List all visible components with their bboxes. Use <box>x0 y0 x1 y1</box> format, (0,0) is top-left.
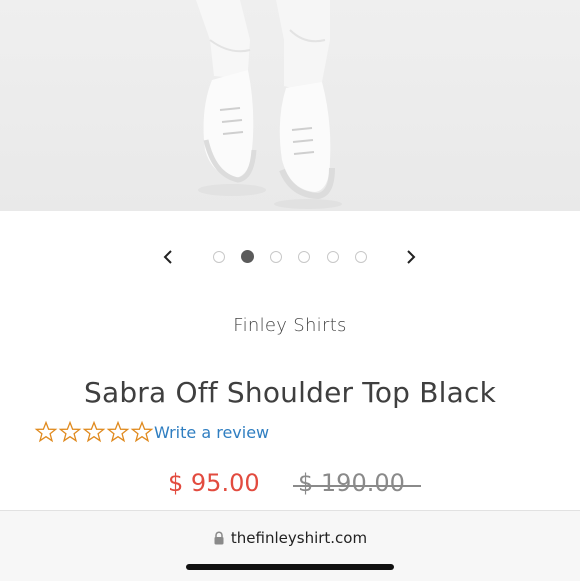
url-text: thefinleyshirt.com <box>230 529 368 547</box>
chevron-right-icon <box>407 250 416 264</box>
url-display[interactable]: thefinleyshirt.com <box>0 528 580 548</box>
product-rating: Write a review <box>34 420 269 444</box>
product-vendor[interactable]: Finley Shirts <box>0 315 580 336</box>
product-image[interactable] <box>0 0 580 211</box>
star-outline-icon <box>34 420 58 443</box>
carousel-dot-3[interactable] <box>270 251 282 263</box>
star-outline-icon <box>130 420 154 443</box>
carousel-dot-1[interactable] <box>213 251 225 263</box>
strikethrough-line <box>293 485 421 487</box>
star-outline-icon <box>106 420 130 443</box>
home-indicator[interactable] <box>186 564 394 570</box>
star-rating[interactable] <box>34 420 154 444</box>
product-title: Sabra Off Shoulder Top Black <box>83 376 497 409</box>
write-review-link[interactable]: Write a review <box>154 423 269 442</box>
star-outline-icon <box>82 420 106 443</box>
sale-price: $ 95.00 <box>168 469 260 497</box>
carousel-dot-4[interactable] <box>298 251 310 263</box>
browser-address-bar: thefinleyshirt.com <box>0 510 580 581</box>
previous-image-button[interactable] <box>155 244 181 270</box>
chevron-left-icon <box>163 250 172 264</box>
image-carousel-controls <box>0 244 580 270</box>
lock-icon <box>214 531 224 545</box>
star-outline-icon <box>58 420 82 443</box>
product-photo-sneakers <box>196 0 342 209</box>
next-image-button[interactable] <box>398 244 424 270</box>
carousel-dot-5[interactable] <box>327 251 339 263</box>
carousel-dot-6[interactable] <box>355 251 367 263</box>
compare-at-price: $ 190.00 <box>298 469 405 497</box>
carousel-dot-2[interactable] <box>241 250 254 263</box>
